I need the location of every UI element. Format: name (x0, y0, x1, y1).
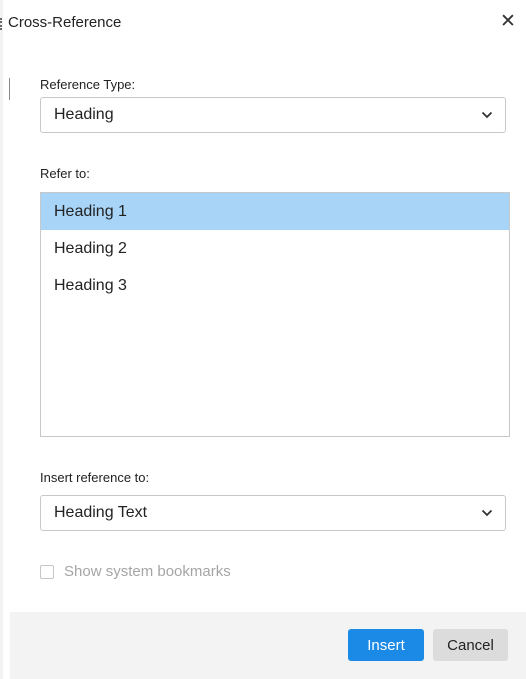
close-button[interactable]: ✕ (496, 9, 520, 33)
chevron-down-icon (481, 111, 493, 119)
show-system-bookmarks-label: Show system bookmarks (64, 563, 231, 580)
show-system-bookmarks-checkbox[interactable] (40, 564, 54, 579)
insert-reference-value: Heading Text (54, 504, 148, 521)
cross-reference-dialog: Cross-Reference ✕ Reference Type: Headin… (0, 0, 526, 679)
refer-to-label: Refer to: (40, 166, 90, 181)
drag-handle-icon[interactable] (0, 18, 4, 30)
insert-button[interactable]: Insert (348, 629, 424, 661)
background-cursor-mark (9, 78, 10, 100)
reference-type-select[interactable]: Heading (40, 97, 506, 133)
list-item-heading-1[interactable]: Heading 1 (41, 193, 509, 230)
list-item-label: Heading 2 (54, 239, 127, 257)
close-icon: ✕ (500, 10, 516, 32)
insert-reference-select[interactable]: Heading Text (40, 495, 506, 531)
chevron-down-icon (481, 509, 493, 517)
refer-to-list[interactable]: Heading 1 Heading 2 Heading 3 (40, 192, 510, 437)
list-item-heading-2[interactable]: Heading 2 (41, 230, 509, 267)
list-item-label: Heading 1 (54, 202, 127, 220)
list-item-heading-3[interactable]: Heading 3 (41, 267, 509, 304)
reference-type-label: Reference Type: (40, 77, 136, 92)
reference-type-value: Heading (54, 106, 114, 123)
left-edge-divider (0, 0, 3, 679)
insert-reference-label: Insert reference to: (40, 470, 150, 485)
cancel-button[interactable]: Cancel (433, 629, 508, 661)
list-item-label: Heading 3 (54, 276, 127, 294)
show-system-bookmarks-row: Show system bookmarks (40, 563, 231, 580)
dialog-title: Cross-Reference (8, 14, 122, 31)
